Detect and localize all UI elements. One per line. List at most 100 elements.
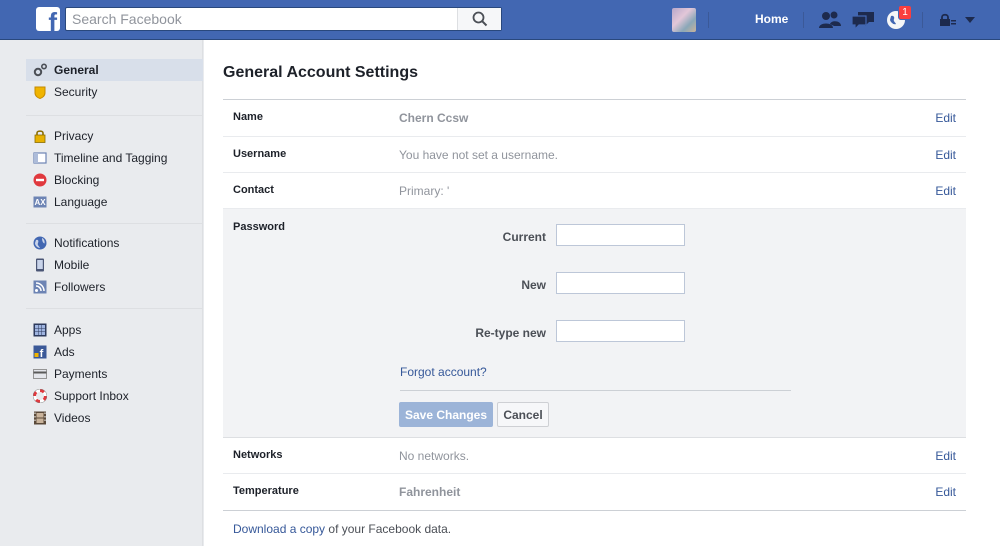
row-value: Fahrenheit [399, 485, 461, 499]
language-icon: AX [33, 195, 47, 209]
svg-text:AX: AX [34, 198, 46, 207]
top-navigation-bar: f Home 1 [0, 0, 1000, 40]
sidebar-divider [26, 308, 203, 309]
row-label: Networks [233, 449, 283, 461]
settings-sidebar: General Security Privacy Timeline and Ta… [0, 40, 203, 546]
forgot-account-link[interactable]: Forgot account? [400, 365, 487, 379]
sidebar-item-followers[interactable]: Followers [26, 276, 203, 298]
sidebar-item-security[interactable]: Security [26, 81, 203, 103]
row-label: Temperature [233, 485, 299, 497]
sidebar-item-notifications[interactable]: Notifications [26, 232, 203, 254]
sidebar-group-apps: Apps f Ads Payments Support Inbox Videos [26, 319, 203, 429]
settings-row-temperature[interactable]: Temperature Fahrenheit Edit [223, 474, 966, 510]
search-icon [472, 11, 487, 27]
facebook-logo-icon[interactable]: f [36, 7, 60, 31]
messages-icon[interactable] [850, 9, 876, 31]
row-value: You have not set a username. [399, 148, 558, 162]
friend-requests-icon[interactable] [818, 9, 842, 31]
sidebar-item-timeline-and-tagging[interactable]: Timeline and Tagging [26, 147, 203, 169]
sidebar-item-general[interactable]: General [26, 59, 203, 81]
film-icon [33, 411, 47, 425]
globe-icon [33, 236, 47, 250]
bottom-divider [223, 510, 966, 511]
sidebar-item-ads[interactable]: f Ads [26, 341, 203, 363]
download-data-text: Download a copy of your Facebook data. [233, 522, 451, 536]
credit-card-icon [33, 367, 47, 381]
cancel-button[interactable]: Cancel [497, 402, 549, 427]
sidebar-item-label: Apps [54, 323, 82, 337]
shield-icon [33, 85, 47, 99]
sidebar-divider [26, 223, 203, 224]
save-changes-button[interactable]: Save Changes [399, 402, 493, 427]
retype-password-label: Re-type new [475, 326, 546, 340]
edit-username-link[interactable]: Edit [935, 148, 956, 162]
sidebar-item-apps[interactable]: Apps [26, 319, 203, 341]
sidebar-item-mobile[interactable]: Mobile [26, 254, 203, 276]
retype-password-input[interactable] [556, 320, 685, 342]
search-button[interactable] [457, 8, 501, 30]
sidebar-item-label: Support Inbox [54, 389, 129, 403]
sidebar-item-label: Timeline and Tagging [54, 151, 168, 165]
sidebar-item-label: Ads [54, 345, 75, 359]
profile-avatar[interactable] [672, 8, 696, 32]
sidebar-item-label: Blocking [54, 173, 100, 187]
sidebar-group-privacy: Privacy Timeline and Tagging Blocking AX… [26, 125, 203, 213]
svg-text:f: f [40, 348, 44, 359]
blocking-icon [33, 173, 47, 187]
password-section: Password Current New Re-type new Forgot … [223, 209, 966, 438]
download-copy-link[interactable]: Download a copy [233, 522, 325, 536]
topbar-divider [708, 12, 709, 28]
apps-icon [33, 323, 47, 337]
current-password-input[interactable] [556, 224, 685, 246]
sidebar-item-label: Security [54, 85, 98, 99]
current-password-label: Current [502, 230, 546, 244]
sidebar-item-blocking[interactable]: Blocking [26, 169, 203, 191]
gear-icon [33, 63, 47, 77]
sidebar-item-support-inbox[interactable]: Support Inbox [26, 385, 203, 407]
sidebar-group-notifications: Notifications Mobile Followers [26, 232, 203, 298]
sidebar-item-label: Language [54, 195, 108, 209]
row-label: Name [233, 111, 263, 123]
settings-main-panel: General Account Settings Name Chern Ccsw… [204, 40, 1000, 546]
settings-row-contact[interactable]: Contact Primary: ' Edit [223, 173, 966, 209]
new-password-input[interactable] [556, 272, 685, 294]
topbar-divider [803, 12, 804, 28]
sidebar-divider [26, 115, 203, 116]
sidebar-item-label: Notifications [54, 236, 120, 250]
download-data-suffix: of your Facebook data. [325, 522, 452, 536]
password-form-divider [400, 390, 791, 391]
edit-name-link[interactable]: Edit [935, 111, 956, 125]
search-input[interactable] [66, 8, 458, 30]
sidebar-item-language[interactable]: AX Language [26, 191, 203, 213]
sidebar-item-privacy[interactable]: Privacy [26, 125, 203, 147]
sidebar-item-label: Privacy [54, 129, 94, 143]
rss-icon [33, 280, 47, 294]
timeline-icon [33, 151, 47, 165]
row-value: Primary: ' [399, 184, 450, 198]
sidebar-item-payments[interactable]: Payments [26, 363, 203, 385]
settings-row-networks[interactable]: Networks No networks. Edit [223, 438, 966, 474]
home-link[interactable]: Home [755, 12, 788, 26]
settings-row-name[interactable]: Name Chern Ccsw Edit [223, 100, 966, 137]
search-box [65, 7, 502, 31]
new-password-label: New [521, 278, 546, 292]
sidebar-group-account: General Security [26, 59, 203, 103]
sidebar-item-label: Followers [54, 280, 106, 294]
lock-icon [33, 129, 47, 143]
edit-contact-link[interactable]: Edit [935, 184, 956, 198]
topbar-divider [922, 12, 923, 28]
edit-networks-link[interactable]: Edit [935, 449, 956, 463]
mobile-icon [33, 258, 47, 272]
row-label: Contact [233, 184, 274, 196]
chevron-down-icon[interactable] [962, 9, 978, 31]
password-label: Password [233, 221, 285, 233]
sidebar-item-label: General [54, 63, 99, 77]
edit-temperature-link[interactable]: Edit [935, 485, 956, 499]
page-title: General Account Settings [223, 64, 418, 81]
row-value: Chern Ccsw [399, 111, 469, 125]
sidebar-item-videos[interactable]: Videos [26, 407, 203, 429]
sidebar-item-label: Videos [54, 411, 91, 425]
lifebuoy-icon [33, 389, 47, 403]
settings-row-username[interactable]: Username You have not set a username. Ed… [223, 137, 966, 173]
privacy-lock-icon[interactable] [938, 9, 958, 31]
